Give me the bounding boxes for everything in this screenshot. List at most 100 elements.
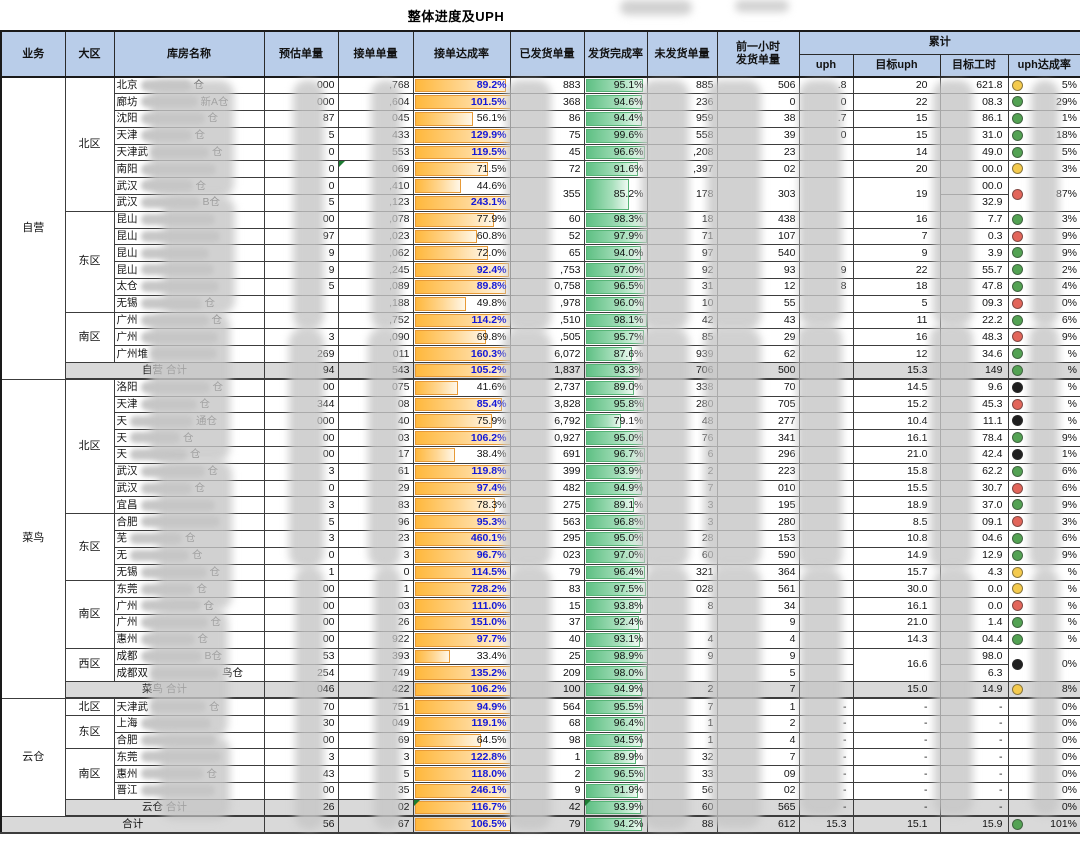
cell-target-hours[interactable]: 0.3 (940, 228, 1008, 245)
cell-target-hours[interactable]: 47.8 (940, 279, 1008, 296)
cell-last-hour[interactable]: 9 (717, 648, 799, 665)
cell-unshipped[interactable]: 3 (647, 514, 717, 531)
cell-uph-rate[interactable]: % (1008, 581, 1080, 598)
cell-unshipped[interactable]: 558 (647, 127, 717, 144)
cell-uph[interactable]: - (799, 749, 853, 766)
cell-target-hours[interactable]: 31.0 (940, 127, 1008, 144)
cell-received[interactable]: ,089 (338, 279, 413, 296)
cell-ship-rate[interactable]: 95.1% (584, 77, 647, 94)
cell-received[interactable]: 543 (338, 363, 413, 380)
cell-uph[interactable] (799, 295, 853, 312)
cell-warehouse-name[interactable]: 合肥 (114, 732, 264, 749)
cell-unshipped[interactable]: 28 (647, 531, 717, 548)
cell-target-hours[interactable]: 55.7 (940, 262, 1008, 279)
cell-receive-rate[interactable]: 119.1% (413, 715, 510, 732)
cell-ship-rate[interactable]: 97.0% (584, 262, 647, 279)
column-header-2[interactable]: 库房名称 (114, 31, 264, 77)
cell-unshipped[interactable]: 1 (647, 732, 717, 749)
cell-ship-rate[interactable]: 94.9% (584, 682, 647, 699)
cell-estimated[interactable]: 9 (264, 245, 338, 262)
cell-shipped[interactable]: ,510 (510, 312, 584, 329)
cell-uph-rate[interactable]: % (1008, 598, 1080, 615)
cell-received[interactable]: 433 (338, 127, 413, 144)
cell-uph-rate[interactable]: % (1008, 396, 1080, 413)
cell-estimated[interactable]: 046 (264, 682, 338, 699)
cell-unshipped[interactable]: ,397 (647, 161, 717, 178)
cell-unshipped[interactable]: 76 (647, 430, 717, 447)
cell-target-hours[interactable]: 6.3 (940, 665, 1008, 682)
cell-shipped[interactable]: 0,758 (510, 279, 584, 296)
cell-uph[interactable]: - (799, 782, 853, 799)
column-header-6[interactable]: 已发货单量 (510, 31, 584, 77)
cell-unshipped[interactable]: 178 (647, 178, 717, 212)
cell-target-uph[interactable]: 22 (853, 94, 940, 111)
cell-last-hour[interactable]: 34 (717, 598, 799, 615)
cell-target-uph[interactable]: 16 (853, 329, 940, 346)
cell-receive-rate[interactable]: 160.3% (413, 346, 510, 363)
cell-received[interactable]: 03 (338, 430, 413, 447)
cell-receive-rate[interactable]: 56.1% (413, 111, 510, 128)
column-header-3[interactable]: 预估单量 (264, 31, 338, 77)
cell-receive-rate[interactable]: 38.4% (413, 447, 510, 464)
cell-received[interactable]: 26 (338, 615, 413, 632)
cell-warehouse-name[interactable]: 广州 (114, 329, 264, 346)
cell-target-uph[interactable]: 15.1 (853, 816, 940, 833)
cell-receive-rate[interactable]: 114.2% (413, 312, 510, 329)
cell-uph-rate[interactable]: 6% (1008, 480, 1080, 497)
cell-uph-rate[interactable]: 8% (1008, 682, 1080, 699)
column-subheader-2[interactable]: 目标工时 (940, 54, 1008, 77)
cell-shipped[interactable]: 0,927 (510, 430, 584, 447)
cell-target-hours[interactable]: 3.9 (940, 245, 1008, 262)
cell-target-uph[interactable]: 15 (853, 111, 940, 128)
cell-target-hours[interactable]: 9.6 (940, 379, 1008, 396)
cell-receive-rate[interactable]: 69.8% (413, 329, 510, 346)
cell-estimated[interactable]: 00 (264, 379, 338, 396)
cell-uph-rate[interactable]: 0% (1008, 732, 1080, 749)
cell-uph[interactable]: - (799, 715, 853, 732)
cell-target-uph[interactable]: 22 (853, 262, 940, 279)
cell-uph[interactable] (799, 396, 853, 413)
cell-shipped[interactable]: 40 (510, 631, 584, 648)
cell-last-hour[interactable]: 303 (717, 178, 799, 212)
cell-estimated[interactable] (264, 312, 338, 329)
cell-last-hour[interactable]: 223 (717, 463, 799, 480)
cell-uph[interactable] (799, 463, 853, 480)
cell-uph-rate[interactable]: % (1008, 346, 1080, 363)
cell-estimated[interactable]: 9 (264, 262, 338, 279)
cell-unshipped[interactable]: 18 (647, 211, 717, 228)
cell-target-uph[interactable]: 10.4 (853, 413, 940, 430)
column-header-4[interactable]: 接单单量 (338, 31, 413, 77)
cell-uph-rate[interactable]: % (1008, 363, 1080, 380)
cell-unshipped[interactable]: 4 (647, 631, 717, 648)
cell-uph[interactable]: .8 (799, 77, 853, 94)
cell-receive-rate[interactable]: 119.8% (413, 463, 510, 480)
cell-unshipped[interactable]: 32 (647, 749, 717, 766)
cell-shipped[interactable]: 1 (510, 749, 584, 766)
cell-estimated[interactable]: 344 (264, 396, 338, 413)
cell-target-hours[interactable]: - (940, 799, 1008, 816)
cell-last-hour[interactable]: 612 (717, 816, 799, 833)
cell-shipped[interactable]: 9 (510, 782, 584, 799)
cell-unshipped[interactable]: 706 (647, 363, 717, 380)
cell-unshipped[interactable]: 2 (647, 463, 717, 480)
cell-shipped[interactable]: ,978 (510, 295, 584, 312)
cell-unshipped[interactable]: 31 (647, 279, 717, 296)
cell-estimated[interactable]: 0 (264, 178, 338, 195)
cell-target-hours[interactable]: 09.1 (940, 514, 1008, 531)
cell-receive-rate[interactable]: 75.9% (413, 413, 510, 430)
cell-receive-rate[interactable]: 101.5% (413, 94, 510, 111)
cell-warehouse-name[interactable]: 太仓 (114, 279, 264, 296)
cell-region[interactable]: 南区 (65, 581, 114, 648)
cell-target-uph[interactable]: - (853, 698, 940, 715)
cell-business[interactable]: 菜鸟 (1, 379, 65, 698)
cell-warehouse-name[interactable]: 天通仓 (114, 413, 264, 430)
cell-target-uph[interactable]: 15.7 (853, 564, 940, 581)
column-subheader-3[interactable]: uph达成率 (1008, 54, 1080, 77)
cell-last-hour[interactable]: 107 (717, 228, 799, 245)
cell-last-hour[interactable]: 02 (717, 161, 799, 178)
cell-region[interactable]: 西区 (65, 648, 114, 682)
cell-unshipped[interactable]: 028 (647, 581, 717, 598)
cell-unshipped[interactable]: 9 (647, 648, 717, 665)
cell-target-uph[interactable]: 30.0 (853, 581, 940, 598)
cell-region[interactable]: 北区 (65, 77, 114, 211)
